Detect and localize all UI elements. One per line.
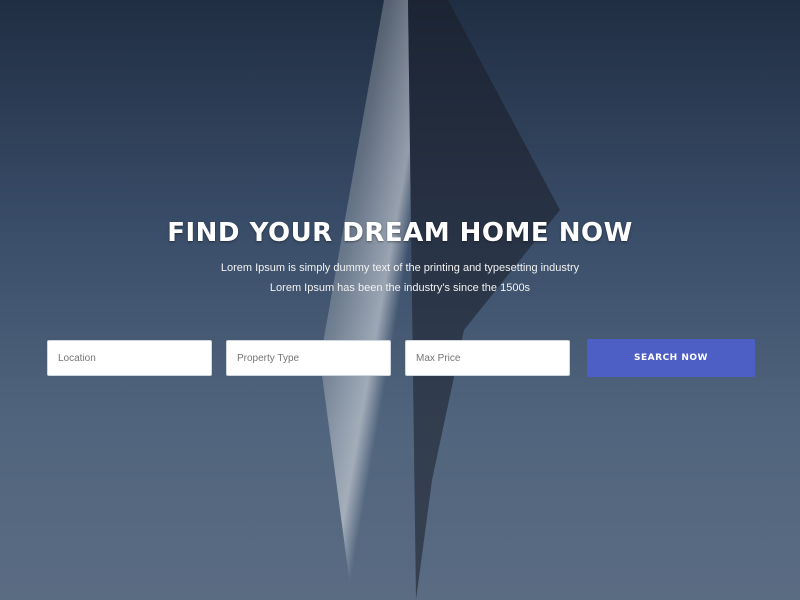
property-type-input[interactable]	[226, 340, 391, 376]
hero-section: FIND YOUR DREAM HOME NOW Lorem Ipsum is …	[0, 218, 800, 298]
hero-headline: FIND YOUR DREAM HOME NOW	[167, 218, 633, 248]
hero-subtitle-line-2: Lorem Ipsum has been the industry's sinc…	[269, 282, 531, 294]
hero-subtitle-line-1: Lorem Ipsum is simply dummy text of the …	[220, 262, 580, 274]
max-price-input[interactable]	[405, 340, 570, 376]
location-input[interactable]	[47, 340, 212, 376]
hero-subtitle: Lorem Ipsum is simply dummy text of the …	[0, 258, 800, 298]
search-button[interactable]: SEARCH NOW	[587, 339, 755, 377]
search-form: SEARCH NOW	[47, 338, 755, 378]
